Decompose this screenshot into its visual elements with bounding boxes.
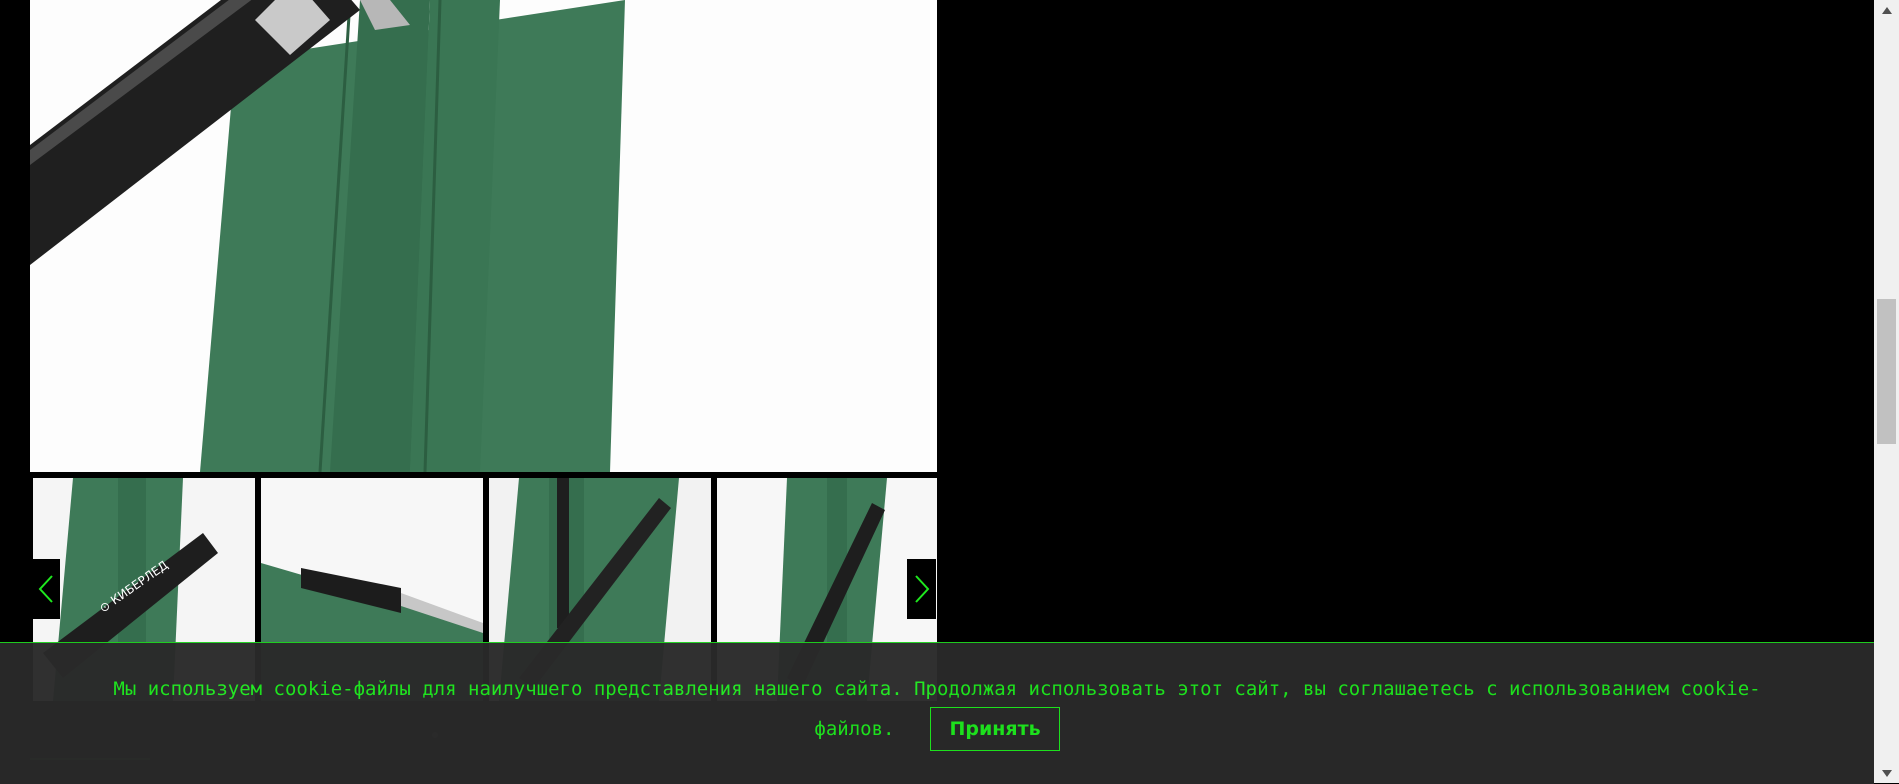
cookie-text-line2-row: файлов. Принять — [0, 703, 1874, 755]
scrollbar-thumb[interactable] — [1877, 299, 1896, 444]
scroll-down-button[interactable] — [1874, 763, 1899, 783]
accept-cookies-button[interactable]: Принять — [930, 707, 1060, 751]
triangle-down-icon — [1881, 769, 1892, 777]
cookie-text-line2: файлов. — [814, 718, 895, 740]
gallery-prev-button[interactable] — [31, 559, 60, 619]
triangle-up-icon — [1881, 6, 1892, 14]
vertical-scrollbar[interactable] — [1874, 0, 1899, 783]
scroll-up-button[interactable] — [1874, 0, 1899, 20]
cookie-banner: Мы используем cookie-файлы для наилучшег… — [0, 642, 1874, 784]
chevron-left-icon — [38, 575, 53, 603]
chevron-right-icon — [914, 575, 929, 603]
main-product-image[interactable] — [30, 0, 937, 472]
gallery-next-button[interactable] — [907, 559, 936, 619]
